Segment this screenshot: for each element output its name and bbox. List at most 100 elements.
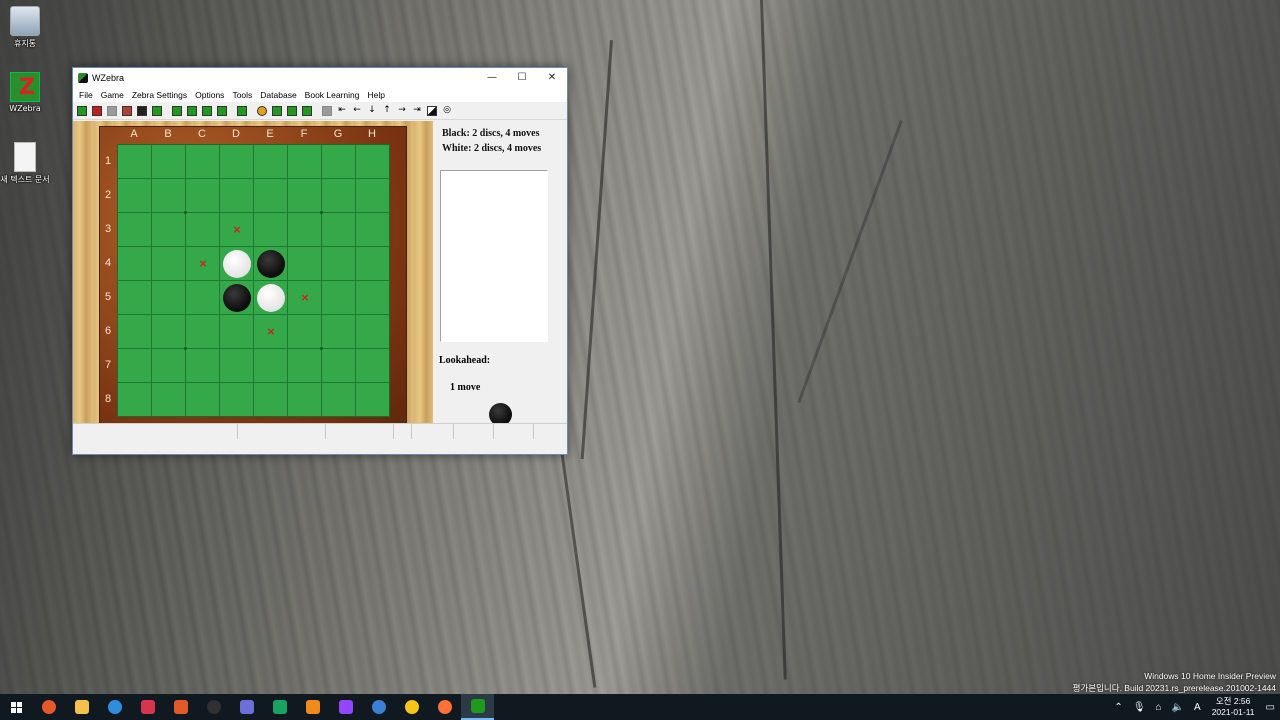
replay-icon[interactable] [215, 104, 229, 118]
grid-line [118, 382, 389, 383]
down-icon[interactable]: ↓ [365, 104, 379, 118]
taskbar-app-button[interactable] [296, 694, 329, 720]
cycle2-icon[interactable] [200, 104, 214, 118]
row-label: 1 [104, 155, 112, 167]
close-button[interactable]: ✕ [537, 68, 567, 87]
move-list[interactable] [440, 170, 548, 342]
wzebra-app-icon [78, 72, 88, 83]
start-button[interactable] [0, 694, 32, 720]
taskbar-app-button[interactable] [428, 694, 461, 720]
menu-tools[interactable]: Tools [228, 90, 256, 100]
up-icon[interactable]: ↑ [380, 104, 394, 118]
analyze-icon[interactable] [170, 104, 184, 118]
taskbar-app-button[interactable] [230, 694, 263, 720]
grid-line [355, 145, 356, 416]
taskbar-app-button[interactable] [197, 694, 230, 720]
desktop-icon-label: 휴지통 [13, 39, 37, 48]
stop-icon[interactable] [90, 104, 104, 118]
notifications-icon[interactable]: ▭ [1261, 702, 1280, 713]
computer-icon[interactable] [150, 104, 164, 118]
lookahead-value: 1 move [450, 382, 481, 393]
minimize-button[interactable]: — [477, 68, 507, 87]
desktop-icon-wzebra[interactable]: WZebra [0, 72, 50, 113]
white-disc[interactable] [223, 250, 251, 278]
menu-book-learning[interactable]: Book Learning [301, 90, 364, 100]
next-icon[interactable]: → [395, 104, 409, 118]
menu-database[interactable]: Database [256, 90, 300, 100]
column-label: G [333, 128, 343, 140]
title-bar[interactable]: WZebra — ☐ ✕ [73, 68, 567, 87]
board-star-point [320, 211, 323, 214]
row-label: 2 [104, 189, 112, 201]
taskbar-app-button[interactable] [32, 694, 65, 720]
othello-board[interactable]: × × × × [117, 144, 390, 417]
wzebra-window: WZebra — ☐ ✕ File Game Zebra Settings Op… [72, 67, 568, 455]
column-label: A [130, 128, 138, 140]
desktop-icon-label: 새 텍스트 문서 [0, 175, 50, 184]
grid-line [118, 280, 389, 281]
clock[interactable]: 오전 2:56 2021-01-11 [1206, 696, 1261, 718]
legal-move-marker[interactable]: × [265, 326, 277, 338]
cycle-icon[interactable] [185, 104, 199, 118]
taskbar-app-button[interactable] [98, 694, 131, 720]
legal-move-marker[interactable]: × [197, 258, 209, 270]
board-icon[interactable] [320, 104, 334, 118]
white-score: White: 2 discs, 4 moves [442, 143, 542, 154]
column-label: F [300, 128, 308, 140]
taskbar-app-button[interactable] [263, 694, 296, 720]
text-document-icon [14, 142, 36, 172]
edge-browser-icon [107, 700, 122, 714]
row-label: 3 [104, 223, 112, 235]
row-label: 7 [104, 359, 112, 371]
menu-zebra-settings[interactable]: Zebra Settings [128, 90, 191, 100]
diagonal-icon[interactable] [425, 104, 439, 118]
taskbar-app-button[interactable] [131, 694, 164, 720]
menu-game[interactable]: Game [97, 90, 128, 100]
menu-file[interactable]: File [75, 90, 97, 100]
taskbar-app-button[interactable] [65, 694, 98, 720]
think-icon[interactable] [235, 104, 249, 118]
desktop-icon-recycle-bin[interactable]: 휴지통 [0, 6, 50, 49]
grid-line [118, 314, 389, 315]
taskbar-app-button[interactable] [395, 694, 428, 720]
black-disc[interactable] [223, 284, 251, 312]
taskbar-app-button[interactable] [362, 694, 395, 720]
new-game-icon[interactable] [75, 104, 89, 118]
rotate-icon[interactable] [300, 104, 314, 118]
black-disc[interactable] [257, 250, 285, 278]
vlc-icon [305, 700, 320, 714]
menu-help[interactable]: Help [364, 90, 389, 100]
taskbar-app-button[interactable] [461, 694, 494, 720]
desktop-icon-text-document[interactable]: 새 텍스트 문서 [0, 142, 50, 185]
white-disc[interactable] [257, 284, 285, 312]
gear-app-icon [239, 700, 254, 714]
show-hidden-icons-icon[interactable]: ⌃ [1109, 702, 1127, 713]
legal-move-marker[interactable]: × [299, 292, 311, 304]
taskbar-app-button[interactable] [329, 694, 362, 720]
status-bar [73, 423, 567, 439]
maximize-button[interactable]: ☐ [507, 68, 537, 87]
first-icon[interactable]: ⇤ [335, 104, 349, 118]
last-icon[interactable]: ⇥ [410, 104, 424, 118]
hint-icon[interactable] [255, 104, 269, 118]
prev-icon[interactable]: ← [350, 104, 364, 118]
lookahead-label: Lookahead: [439, 355, 491, 366]
column-label: C [198, 128, 206, 140]
flip-icon[interactable] [285, 104, 299, 118]
column-label: D [232, 128, 240, 140]
legal-move-marker[interactable]: × [231, 224, 243, 236]
taskbar-app-button[interactable] [164, 694, 197, 720]
qbittorrent-icon [371, 700, 386, 714]
windows-logo-icon [10, 701, 22, 713]
volume-icon[interactable]: 🔈 [1167, 702, 1189, 713]
black-icon[interactable] [135, 104, 149, 118]
swap-icon[interactable] [270, 104, 284, 118]
save-icon[interactable] [105, 104, 119, 118]
book-icon[interactable] [120, 104, 134, 118]
ime-indicator[interactable]: A [1189, 702, 1206, 713]
network-icon[interactable]: ⌂ [1151, 702, 1167, 713]
microphone-icon[interactable]: 🎙 [1128, 702, 1151, 713]
settings-icon[interactable]: ◎ [440, 104, 454, 118]
row-label: 5 [104, 291, 112, 303]
menu-options[interactable]: Options [191, 90, 228, 100]
